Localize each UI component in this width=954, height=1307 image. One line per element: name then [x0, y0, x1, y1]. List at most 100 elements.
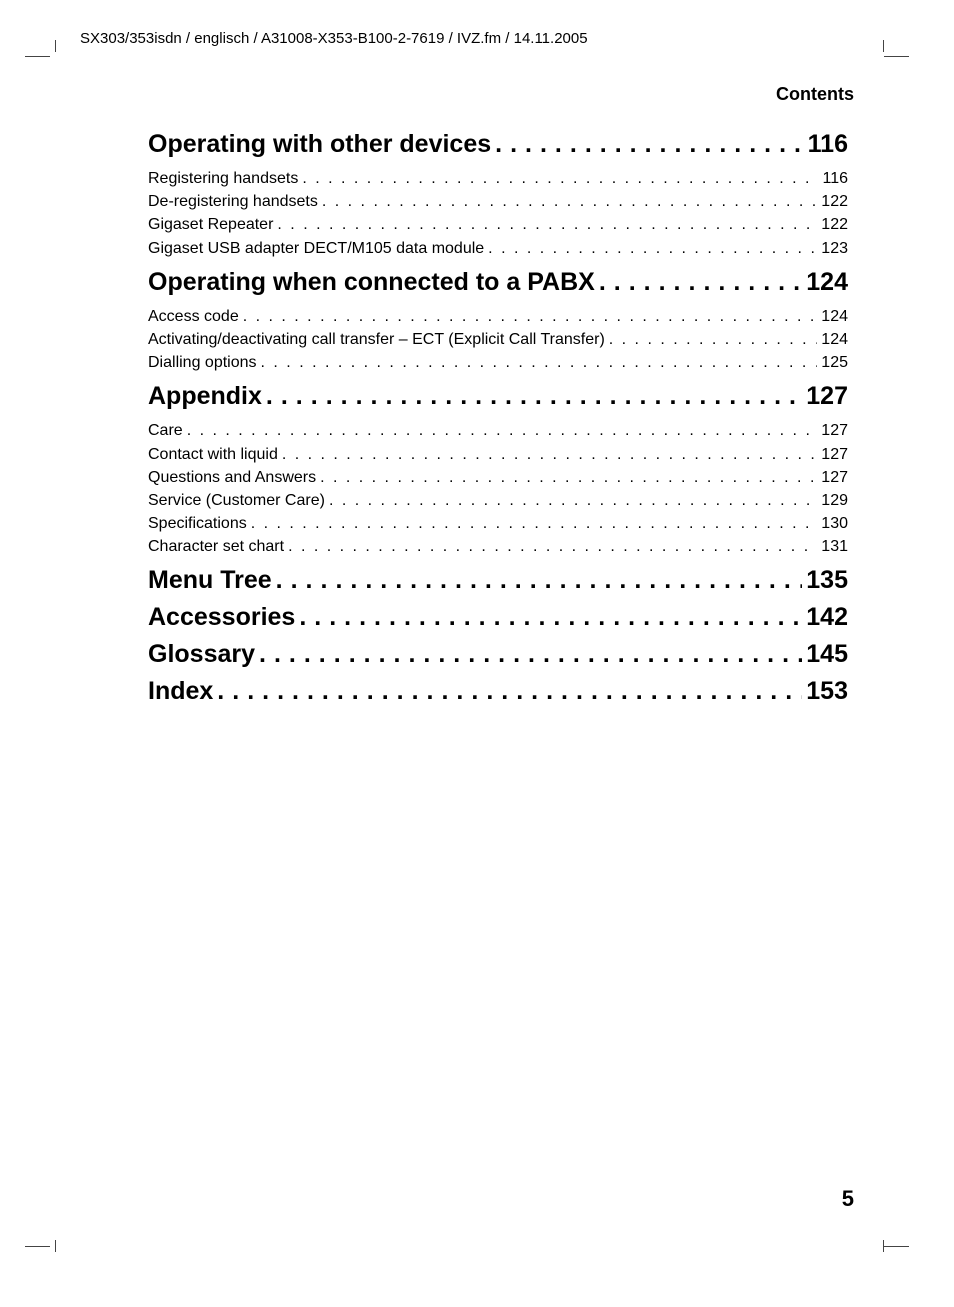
- toc-leader-dots: . . . . . . . . . . . . . . . . . . . . …: [488, 237, 817, 260]
- toc-entry: Activating/deactivating call transfer – …: [148, 328, 848, 351]
- toc-entry: Questions and Answers . . . . . . . . . …: [148, 466, 848, 489]
- table-of-contents: Operating with other devices ...........…: [148, 122, 848, 714]
- toc-leader-dots: . . . . . . . . . . . . . . . . . . . . …: [320, 466, 817, 489]
- toc-entry-title: Character set chart: [148, 535, 284, 558]
- toc-leader-dots: . . . . . . . . . . . . . . . . . . . . …: [329, 489, 817, 512]
- toc-leader-dots: . . . . . . . . . . . . . . . . . . . . …: [302, 167, 818, 190]
- toc-entry-page: 127: [821, 443, 848, 466]
- toc-entry: Contact with liquid . . . . . . . . . . …: [148, 443, 848, 466]
- toc-leader-dots: . . . . . . . . . . . . . . . . . . . . …: [251, 512, 818, 535]
- toc-entry-page: 130: [821, 512, 848, 535]
- crop-mark: [884, 1246, 909, 1247]
- toc-subentries: Registering handsets . . . . . . . . . .…: [148, 167, 848, 260]
- toc-section-page: 153: [806, 677, 848, 706]
- toc-entry-page: 122: [821, 190, 848, 213]
- toc-entry-page: 116: [822, 167, 848, 190]
- toc-entry-title: De-registering handsets: [148, 190, 318, 213]
- toc-entry-title: Dialling options: [148, 351, 257, 374]
- toc-section-page: 142: [806, 603, 848, 632]
- toc-entry-page: 122: [821, 213, 848, 236]
- toc-entry: Specifications . . . . . . . . . . . . .…: [148, 512, 848, 535]
- toc-section-title: Operating when connected to a PABX: [148, 268, 595, 297]
- toc-entry-page: 124: [821, 328, 848, 351]
- toc-entry-title: Gigaset Repeater: [148, 213, 273, 236]
- toc-section: Operating with other devices ...........…: [148, 130, 848, 260]
- toc-entry-page: 129: [821, 489, 848, 512]
- toc-entry-page: 125: [821, 351, 848, 374]
- toc-section-heading: Index ..................................…: [148, 677, 848, 706]
- toc-leader-dots: ........................................…: [266, 382, 802, 411]
- toc-section-page: 145: [806, 640, 848, 669]
- toc-section-heading: Appendix ...............................…: [148, 382, 848, 411]
- toc-subentries: Care . . . . . . . . . . . . . . . . . .…: [148, 419, 848, 558]
- toc-entry-title: Service (Customer Care): [148, 489, 325, 512]
- toc-section-heading: Accessories ............................…: [148, 603, 848, 632]
- toc-section-page: 135: [806, 566, 848, 595]
- toc-entry: Gigaset Repeater . . . . . . . . . . . .…: [148, 213, 848, 236]
- toc-leader-dots: ........................................…: [299, 603, 802, 632]
- crop-mark: [25, 56, 50, 57]
- toc-entry: Service (Customer Care) . . . . . . . . …: [148, 489, 848, 512]
- toc-entry-title: Activating/deactivating call transfer – …: [148, 328, 605, 351]
- header-path: SX303/353isdn / englisch / A31008-X353-B…: [80, 30, 588, 47]
- toc-section-page: 116: [808, 130, 848, 159]
- toc-section: Menu Tree ..............................…: [148, 566, 848, 595]
- toc-entry: De-registering handsets . . . . . . . . …: [148, 190, 848, 213]
- crop-mark: [55, 1240, 56, 1252]
- toc-entry-page: 124: [821, 305, 848, 328]
- toc-leader-dots: ........................................…: [276, 566, 803, 595]
- toc-subentries: Access code . . . . . . . . . . . . . . …: [148, 305, 848, 375]
- toc-entry-page: 127: [821, 419, 848, 442]
- crop-mark: [883, 40, 884, 52]
- toc-entry-page: 123: [821, 237, 848, 260]
- toc-entry-title: Specifications: [148, 512, 247, 535]
- toc-entry-title: Contact with liquid: [148, 443, 278, 466]
- toc-leader-dots: ........................................…: [259, 640, 802, 669]
- toc-entry: Dialling options . . . . . . . . . . . .…: [148, 351, 848, 374]
- toc-leader-dots: . . . . . . . . . . . . . . . . . . . . …: [609, 328, 818, 351]
- toc-section-title: Index: [148, 677, 213, 706]
- toc-leader-dots: ........................................…: [495, 130, 804, 159]
- toc-leader-dots: . . . . . . . . . . . . . . . . . . . . …: [277, 213, 817, 236]
- toc-section: Appendix ...............................…: [148, 382, 848, 558]
- crop-mark: [884, 56, 909, 57]
- toc-section-title: Appendix: [148, 382, 262, 411]
- toc-leader-dots: ........................................…: [599, 268, 802, 297]
- toc-section: Operating when connected to a PABX .....…: [148, 268, 848, 375]
- toc-section-page: 127: [806, 382, 848, 411]
- toc-leader-dots: . . . . . . . . . . . . . . . . . . . . …: [187, 419, 818, 442]
- toc-entry: Access code . . . . . . . . . . . . . . …: [148, 305, 848, 328]
- toc-entry: Character set chart . . . . . . . . . . …: [148, 535, 848, 558]
- toc-leader-dots: . . . . . . . . . . . . . . . . . . . . …: [288, 535, 817, 558]
- toc-entry-page: 131: [821, 535, 848, 558]
- toc-entry-title: Care: [148, 419, 183, 442]
- contents-label: Contents: [776, 84, 854, 105]
- toc-section: Index ..................................…: [148, 677, 848, 706]
- page-number: 5: [842, 1186, 854, 1212]
- crop-mark: [25, 1246, 50, 1247]
- toc-section-heading: Operating when connected to a PABX .....…: [148, 268, 848, 297]
- toc-entry-title: Registering handsets: [148, 167, 298, 190]
- toc-section-title: Accessories: [148, 603, 295, 632]
- toc-entry: Registering handsets . . . . . . . . . .…: [148, 167, 848, 190]
- toc-entry: Gigaset USB adapter DECT/M105 data modul…: [148, 237, 848, 260]
- toc-section-heading: Operating with other devices ...........…: [148, 130, 848, 159]
- toc-section: Accessories ............................…: [148, 603, 848, 632]
- toc-section-title: Menu Tree: [148, 566, 272, 595]
- toc-entry: Care . . . . . . . . . . . . . . . . . .…: [148, 419, 848, 442]
- toc-entry-page: 127: [821, 466, 848, 489]
- toc-leader-dots: . . . . . . . . . . . . . . . . . . . . …: [322, 190, 817, 213]
- toc-section-title: Glossary: [148, 640, 255, 669]
- crop-mark: [55, 40, 56, 52]
- toc-entry-title: Gigaset USB adapter DECT/M105 data modul…: [148, 237, 484, 260]
- toc-section-page: 124: [806, 268, 848, 297]
- toc-entry-title: Access code: [148, 305, 239, 328]
- toc-section-heading: Menu Tree ..............................…: [148, 566, 848, 595]
- toc-section-title: Operating with other devices: [148, 130, 491, 159]
- toc-leader-dots: . . . . . . . . . . . . . . . . . . . . …: [282, 443, 817, 466]
- toc-leader-dots: . . . . . . . . . . . . . . . . . . . . …: [243, 305, 818, 328]
- toc-entry-title: Questions and Answers: [148, 466, 316, 489]
- toc-section-heading: Glossary ...............................…: [148, 640, 848, 669]
- toc-section: Glossary ...............................…: [148, 640, 848, 669]
- toc-leader-dots: ........................................…: [217, 677, 802, 706]
